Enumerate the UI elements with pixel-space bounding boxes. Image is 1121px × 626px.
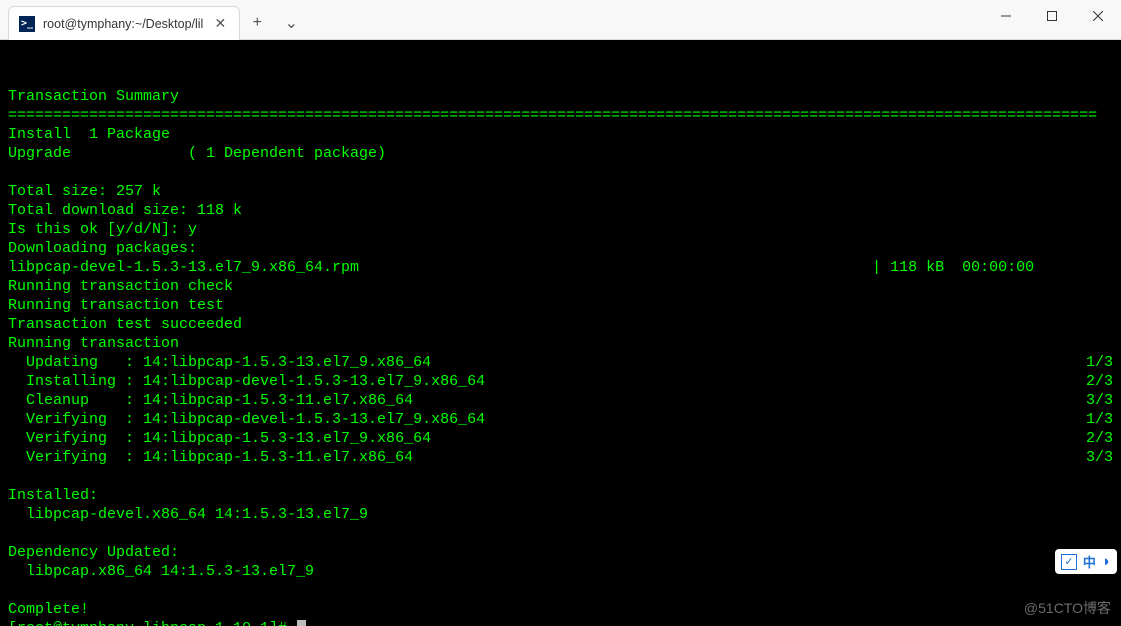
terminal-line [8, 524, 1113, 543]
terminal-line: Installed: [8, 486, 1113, 505]
close-window-button[interactable] [1075, 0, 1121, 32]
tab-title: root@tymphany:~/Desktop/lil [43, 17, 203, 31]
terminal-line: Running transaction test [8, 296, 1113, 315]
terminal-line: libpcap.x86_64 14:1.5.3-13.el7_9 [8, 562, 1113, 581]
terminal-line: Total size: 257 k [8, 182, 1113, 201]
window-controls [983, 0, 1121, 32]
new-tab-button[interactable]: + [240, 6, 274, 40]
terminal-line: Updating : 14:libpcap-1.5.3-13.el7_9.x86… [8, 353, 1113, 372]
terminal-line: Installing : 14:libpcap-devel-1.5.3-13.e… [8, 372, 1113, 391]
powershell-icon: >_ [19, 16, 35, 32]
terminal-line: Running transaction [8, 334, 1113, 353]
terminal-line: Transaction test succeeded [8, 315, 1113, 334]
terminal-line: Install 1 Package [8, 125, 1113, 144]
terminal-line [8, 581, 1113, 600]
terminal-line: Upgrade ( 1 Dependent package) [8, 144, 1113, 163]
minimize-button[interactable] [983, 0, 1029, 32]
terminal-line: Verifying : 14:libpcap-1.5.3-11.el7.x86_… [8, 448, 1113, 467]
ime-check-icon[interactable]: ✓ [1061, 554, 1077, 570]
terminal-line: Is this ok [y/d/N]: y [8, 220, 1113, 239]
ime-language-button[interactable]: 中 [1083, 552, 1096, 571]
terminal-prompt[interactable]: [root@tymphany libpcap-1.10.1]# [8, 619, 1113, 626]
terminal-line [8, 68, 1113, 87]
tab-close-button[interactable]: ✕ [211, 15, 229, 33]
terminal-line: Total download size: 118 k [8, 201, 1113, 220]
ime-mode-icon[interactable]: ◗ [1102, 553, 1111, 570]
terminal-line: ========================================… [8, 106, 1113, 125]
terminal-line: Dependency Updated: [8, 543, 1113, 562]
terminal-line: libpcap-devel-1.5.3-13.el7_9.x86_64.rpm … [8, 258, 1113, 277]
maximize-button[interactable] [1029, 0, 1075, 32]
cursor-icon [297, 620, 306, 626]
terminal-line: Complete! [8, 600, 1113, 619]
terminal-line: libpcap-devel.x86_64 14:1.5.3-13.el7_9 [8, 505, 1113, 524]
terminal-line: Running transaction check [8, 277, 1113, 296]
terminal-line: Transaction Summary [8, 87, 1113, 106]
tab-dropdown-button[interactable]: ⌄ [274, 6, 308, 40]
window-titlebar: >_ root@tymphany:~/Desktop/lil ✕ + ⌄ [0, 0, 1121, 40]
terminal-tab[interactable]: >_ root@tymphany:~/Desktop/lil ✕ [8, 6, 240, 40]
ime-toolbar[interactable]: ✓ 中 ◗ [1055, 549, 1117, 574]
terminal-line [8, 467, 1113, 486]
terminal-line: Verifying : 14:libpcap-devel-1.5.3-13.el… [8, 410, 1113, 429]
terminal-line: Cleanup : 14:libpcap-1.5.3-11.el7.x86_64… [8, 391, 1113, 410]
terminal-line: Verifying : 14:libpcap-1.5.3-13.el7_9.x8… [8, 429, 1113, 448]
terminal-line: Downloading packages: [8, 239, 1113, 258]
watermark-text: @51CTO博客 [1024, 598, 1111, 618]
terminal-line [8, 163, 1113, 182]
terminal-output[interactable]: Transaction Summary=====================… [0, 40, 1121, 626]
